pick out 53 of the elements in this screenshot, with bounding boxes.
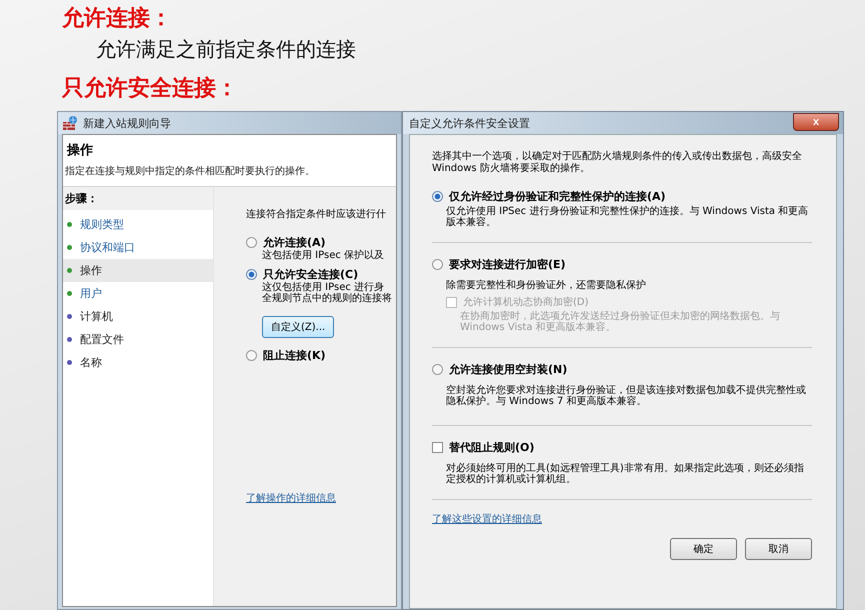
ok-button[interactable]: 确定 (670, 538, 737, 560)
step-label: 计算机 (80, 309, 113, 324)
step-item[interactable]: 规则类型 (63, 213, 213, 236)
step-label: 配置文件 (80, 332, 124, 348)
radio-button[interactable] (246, 237, 257, 248)
option-label: 允许计算机动态协商加密(D) (463, 296, 589, 310)
option-description: 这仅包括使用 IPsec 进行身 (262, 282, 384, 294)
intro-text: 选择其中一个选项，以确定对于匹配防火墙规则条件的传入或传出数据包，高级安全 Windows 防火墙将要采取的操作。 (432, 151, 803, 176)
step-label: 规则类型 (80, 217, 124, 232)
option-label: 只允许安全连接(C) (263, 267, 358, 282)
option-label: 允许连接(A) (263, 235, 326, 250)
option-label: 要求对连接进行加密(E) (449, 257, 566, 272)
prompt-text: 连接符合指定条件时应该进行什 (246, 208, 387, 222)
page-heading: 操作 (67, 142, 94, 160)
option-description: 空封装允许您要求对连接进行身份验证，但是该连接对数据包加载不提供完整性或隐私保护。与 Windows 7 和更高版本兼容。 (446, 385, 807, 408)
radio-button[interactable] (246, 269, 257, 280)
firewall-icon (62, 115, 78, 132)
cancel-button[interactable]: 取消 (745, 538, 812, 560)
option-description: 在协商加密时，此选项允许发送经过身份验证但未加密的网络数据包。与 Windows Vista 和更高版本兼容。 (460, 311, 781, 334)
radio-button[interactable] (432, 191, 443, 202)
option-description: 除需要完整性和身份验证外，还需要隐私保护 (446, 280, 647, 292)
step-item[interactable]: 协议和端口 (63, 236, 213, 260)
radio-button[interactable] (432, 259, 443, 270)
option-label: 阻止连接(K) (263, 348, 326, 364)
steps-heading: 步骤： (63, 187, 213, 210)
help-link[interactable]: 了解这些设置的详细信息 (432, 512, 812, 526)
slide-text: 允许满足之前指定条件的连接 (95, 36, 357, 63)
option-description: 全规则节点中的规则的连接将 (262, 293, 393, 304)
option-label: 仅允许经过身份验证和完整性保护的连接(A) (449, 189, 666, 204)
customize-button[interactable]: 自定义(Z)... (262, 316, 334, 338)
step-label: 名称 (80, 355, 102, 370)
checkbox[interactable] (432, 442, 443, 454)
step-label: 协议和端口 (80, 240, 135, 256)
step-item[interactable]: 计算机 (63, 305, 213, 328)
option-description: 仅允许使用 IPSec 进行身份验证和完整性保护的连接。与 Windows Vista 和更高版本兼容。 (446, 206, 810, 228)
option-description: 对必须始终可用的工具(如远程管理工具)非常有用。如果指定此选项，则还必须指定授权的计算机或计算机组。 (446, 463, 805, 486)
slide-heading: 允许连接： (62, 5, 173, 33)
page-subtitle: 指定在连接与规则中指定的条件相匹配时要执行的操作。 (65, 164, 316, 178)
step-item[interactable]: 用户 (63, 282, 213, 306)
window-title: 自定义允许条件安全设置 (409, 116, 530, 131)
option-description: 这包括使用 IPsec 保护以及 (262, 250, 386, 262)
help-link[interactable]: 了解操作的详细信息 (246, 491, 396, 506)
step-item[interactable]: 名称 (63, 351, 213, 374)
step-item[interactable]: 配置文件 (63, 328, 213, 352)
radio-button[interactable] (432, 364, 443, 376)
step-item[interactable]: 操作 (63, 259, 213, 282)
step-label: 用户 (80, 286, 102, 302)
step-label: 操作 (80, 263, 102, 278)
window-title: 新建入站规则向导 (83, 116, 171, 131)
radio-button[interactable] (246, 350, 257, 362)
option-label: 允许连接使用空封装(N) (449, 362, 568, 378)
slide-heading: 只允许安全连接： (62, 74, 239, 103)
option-label: 替代阻止规则(O) (449, 440, 534, 456)
